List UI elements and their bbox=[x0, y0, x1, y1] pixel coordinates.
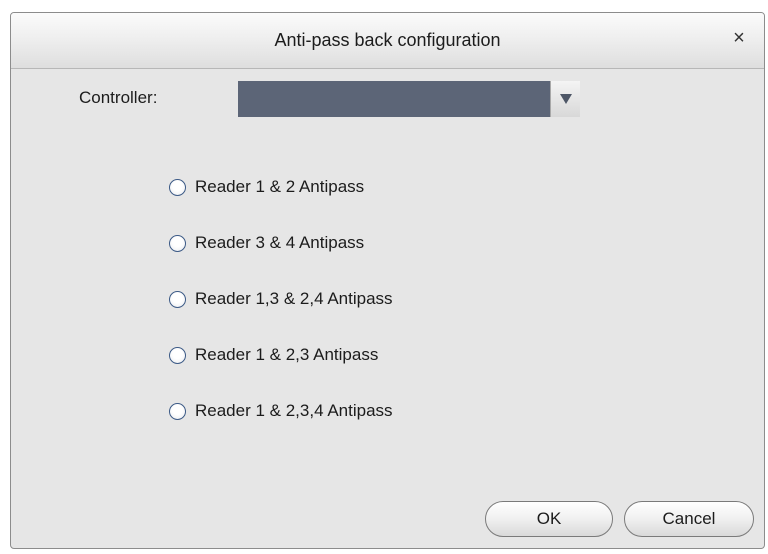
radio-button[interactable] bbox=[169, 290, 186, 308]
radio-option-reader-13-24[interactable]: Reader 1,3 & 2,4 Antipass bbox=[169, 287, 393, 311]
close-button[interactable]: × bbox=[728, 26, 750, 50]
radio-button[interactable] bbox=[169, 402, 186, 420]
radio-option-reader-1-2[interactable]: Reader 1 & 2 Antipass bbox=[169, 175, 364, 199]
radio-label: Reader 3 & 4 Antipass bbox=[195, 233, 365, 252]
radio-button[interactable] bbox=[169, 178, 186, 196]
dropdown-arrow-button[interactable] bbox=[550, 81, 580, 117]
radio-option-reader-3-4[interactable]: Reader 3 & 4 Antipass bbox=[169, 231, 364, 255]
dialog-title: Anti-pass back configuration bbox=[274, 30, 501, 50]
cancel-button[interactable]: Cancel bbox=[624, 501, 754, 537]
title-bar[interactable]: Anti-pass back configuration × bbox=[11, 13, 764, 69]
radio-option-reader-1-23[interactable]: Reader 1 & 2,3 Antipass bbox=[169, 343, 378, 367]
radio-option-reader-1-234[interactable]: Reader 1 & 2,3,4 Antipass bbox=[169, 399, 393, 423]
close-icon: × bbox=[733, 27, 745, 49]
controller-dropdown[interactable] bbox=[238, 81, 580, 117]
radio-label: Reader 1 & 2 Antipass bbox=[195, 177, 365, 196]
antipass-dialog: Anti-pass back configuration × Controlle… bbox=[10, 12, 765, 549]
ok-button[interactable]: OK bbox=[485, 501, 613, 537]
radio-label: Reader 1,3 & 2,4 Antipass bbox=[195, 289, 393, 308]
triangle-down-icon bbox=[559, 94, 572, 104]
radio-button[interactable] bbox=[169, 234, 186, 252]
radio-label: Reader 1 & 2,3,4 Antipass bbox=[195, 401, 393, 420]
radio-label: Reader 1 & 2,3 Antipass bbox=[195, 345, 379, 364]
radio-button[interactable] bbox=[169, 346, 186, 364]
controller-label: Controller: bbox=[79, 88, 158, 107]
